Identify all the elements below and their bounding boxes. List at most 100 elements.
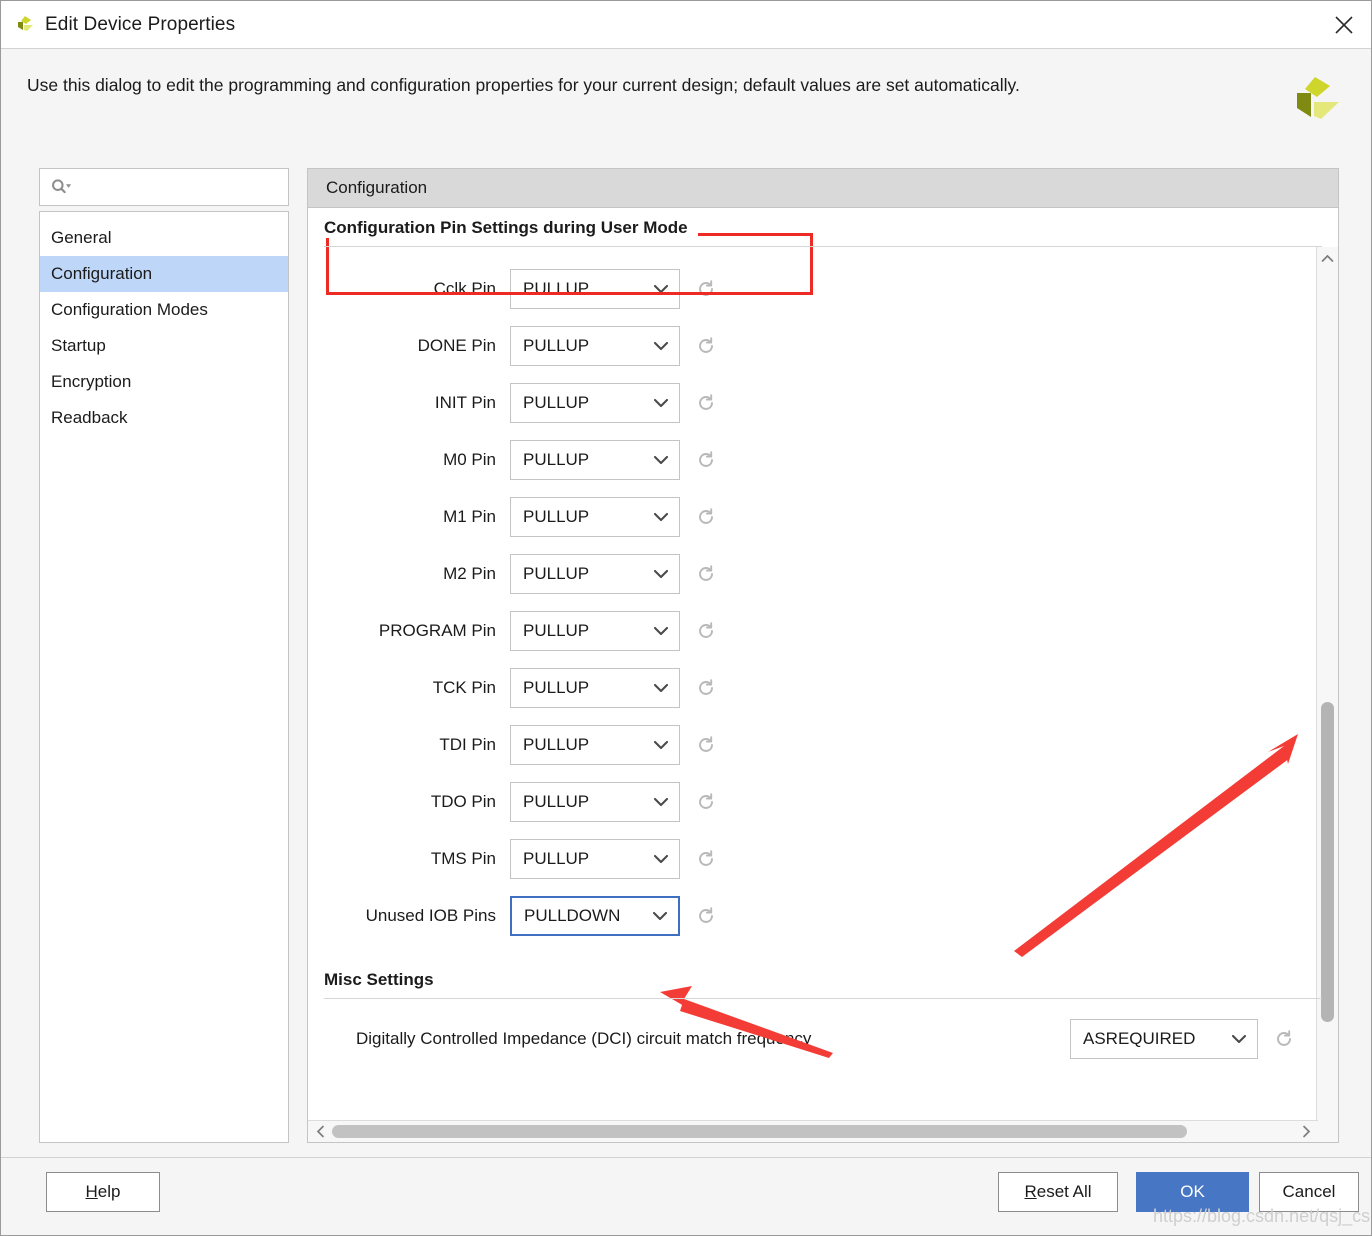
reset-icon[interactable] xyxy=(696,678,716,698)
help-mnemonic: H xyxy=(85,1182,98,1201)
vertical-scrollbar[interactable] xyxy=(1316,247,1338,1142)
help-label: elp xyxy=(97,1182,121,1201)
cancel-button[interactable]: Cancel xyxy=(1259,1172,1359,1212)
pin-label: TDO Pin xyxy=(430,791,496,811)
close-button[interactable] xyxy=(1323,5,1365,45)
reset-icon[interactable] xyxy=(696,336,716,356)
pin-setting-row: TDO Pin PULLUP xyxy=(308,773,1338,830)
pin-label: M0 Pin xyxy=(443,449,496,469)
reset-icon[interactable] xyxy=(696,792,716,812)
scroll-left-button[interactable] xyxy=(310,1121,330,1142)
pin-value-dropdown[interactable]: PULLUP xyxy=(510,325,680,366)
pin-setting-row: DONE Pin PULLUP xyxy=(308,317,1338,374)
chevron-down-icon xyxy=(653,398,669,407)
pin-label: M1 Pin xyxy=(443,506,496,526)
pin-value-dropdown[interactable]: PULLUP xyxy=(510,382,680,423)
search-input[interactable] xyxy=(76,177,275,197)
reset-all-button[interactable]: Reset All xyxy=(998,1172,1118,1212)
reset-icon[interactable] xyxy=(696,564,716,584)
sidebar-item-readback[interactable]: Readback xyxy=(40,400,288,436)
sidebar-item-label: Startup xyxy=(51,336,106,355)
pin-setting-row: TCK Pin PULLUP xyxy=(308,659,1338,716)
chevron-down-icon xyxy=(653,740,669,749)
reset-icon[interactable] xyxy=(696,621,716,641)
sidebar-item-startup[interactable]: Startup xyxy=(40,328,288,364)
settings-category-list[interactable]: General Configuration Configuration Mode… xyxy=(39,211,289,1143)
sidebar-item-encryption[interactable]: Encryption xyxy=(40,364,288,400)
pin-setting-row: TMS Pin PULLUP xyxy=(308,830,1338,887)
pin-setting-row: M0 Pin PULLUP xyxy=(308,431,1338,488)
reset-icon[interactable] xyxy=(696,906,716,926)
reset-icon[interactable] xyxy=(696,450,716,470)
reset-mnemonic: R xyxy=(1024,1182,1037,1201)
scroll-right-button[interactable] xyxy=(1296,1121,1316,1142)
title-bar: Edit Device Properties xyxy=(1,1,1371,49)
cancel-label: Cancel xyxy=(1282,1182,1336,1201)
instruction-band: Use this dialog to edit the programming … xyxy=(1,49,1371,156)
vertical-scrollbar-thumb[interactable] xyxy=(1321,702,1334,1022)
pin-label: M2 Pin xyxy=(443,563,496,583)
reset-icon[interactable] xyxy=(1274,1029,1294,1049)
chevron-left-icon xyxy=(316,1125,324,1138)
pin-label: PROGRAM Pin xyxy=(378,620,496,640)
close-icon xyxy=(1335,16,1353,34)
pin-value-dropdown[interactable]: PULLUP xyxy=(510,439,680,480)
reset-icon[interactable] xyxy=(696,393,716,413)
reset-icon[interactable] xyxy=(696,849,716,869)
sidebar-item-label: Readback xyxy=(51,408,128,427)
sidebar-item-configuration[interactable]: Configuration xyxy=(40,256,288,292)
panel-header: Configuration xyxy=(308,169,1338,208)
sidebar-item-configuration-modes[interactable]: Configuration Modes xyxy=(40,292,288,328)
pin-label: INIT Pin xyxy=(434,392,496,412)
scroll-down-button[interactable] xyxy=(1317,1140,1338,1142)
xilinx-logo-icon xyxy=(18,15,33,31)
misc-label: Digitally Controlled Impedance (DCI) cir… xyxy=(356,1029,812,1048)
chevron-down-icon xyxy=(653,854,669,863)
pin-value-dropdown[interactable]: PULLUP xyxy=(510,781,680,822)
scroll-up-button[interactable] xyxy=(1317,247,1338,269)
chevron-right-icon xyxy=(1302,1125,1310,1138)
pin-value: PULLUP xyxy=(523,620,590,640)
misc-setting-row: Digitally Controlled Impedance (DCI) cir… xyxy=(308,1012,1338,1066)
reset-icon[interactable] xyxy=(696,735,716,755)
pin-value: PULLUP xyxy=(523,392,590,412)
pin-setting-row: M2 Pin PULLUP xyxy=(308,545,1338,602)
window-title: Edit Device Properties xyxy=(45,13,236,35)
pin-value-dropdown[interactable]: PULLUP xyxy=(510,553,680,594)
pin-value-dropdown[interactable]: PULLUP xyxy=(510,724,680,765)
annotation-highlight-box xyxy=(326,233,813,295)
edit-device-properties-dialog: Edit Device Properties Use this dialog t… xyxy=(0,0,1372,1236)
search-box[interactable] xyxy=(39,168,289,206)
help-button[interactable]: Help xyxy=(46,1172,160,1212)
pin-value-dropdown[interactable]: PULLDOWN xyxy=(510,895,680,936)
sidebar-item-label: Configuration Modes xyxy=(51,300,208,319)
pin-value: PULLUP xyxy=(523,506,590,526)
chevron-up-icon xyxy=(1321,254,1334,262)
pin-label: TMS Pin xyxy=(430,848,496,868)
section-misc-settings: Misc Settings xyxy=(324,960,1322,999)
section-title: Configuration Pin Settings during User M… xyxy=(324,218,698,238)
horizontal-scrollbar[interactable] xyxy=(308,1120,1318,1142)
reset-icon[interactable] xyxy=(696,507,716,527)
pin-value: PULLUP xyxy=(523,449,590,469)
chevron-down-icon xyxy=(653,626,669,635)
sidebar-item-general[interactable]: General xyxy=(40,220,288,256)
pin-label: TCK Pin xyxy=(432,677,496,697)
ok-button[interactable]: OK xyxy=(1136,1172,1249,1212)
pin-value: PULLUP xyxy=(523,677,590,697)
horizontal-scrollbar-thumb[interactable] xyxy=(332,1125,1187,1138)
misc-value-dropdown[interactable]: ASREQUIRED xyxy=(1070,1019,1258,1059)
pin-value-dropdown[interactable]: PULLUP xyxy=(510,610,680,651)
pin-value: PULLUP xyxy=(523,848,590,868)
pin-label: DONE Pin xyxy=(417,335,496,355)
pin-setting-row: PROGRAM Pin PULLUP xyxy=(308,602,1338,659)
pin-setting-row: M1 Pin PULLUP xyxy=(308,488,1338,545)
section-divider xyxy=(324,998,1322,999)
sidebar-item-label: Encryption xyxy=(51,372,132,391)
panel-header-title: Configuration xyxy=(326,178,428,197)
xilinx-brand-logo-icon xyxy=(1297,77,1339,119)
pin-value-dropdown[interactable]: PULLUP xyxy=(510,667,680,708)
chevron-down-icon xyxy=(653,797,669,806)
pin-value-dropdown[interactable]: PULLUP xyxy=(510,838,680,879)
pin-value-dropdown[interactable]: PULLUP xyxy=(510,496,680,537)
